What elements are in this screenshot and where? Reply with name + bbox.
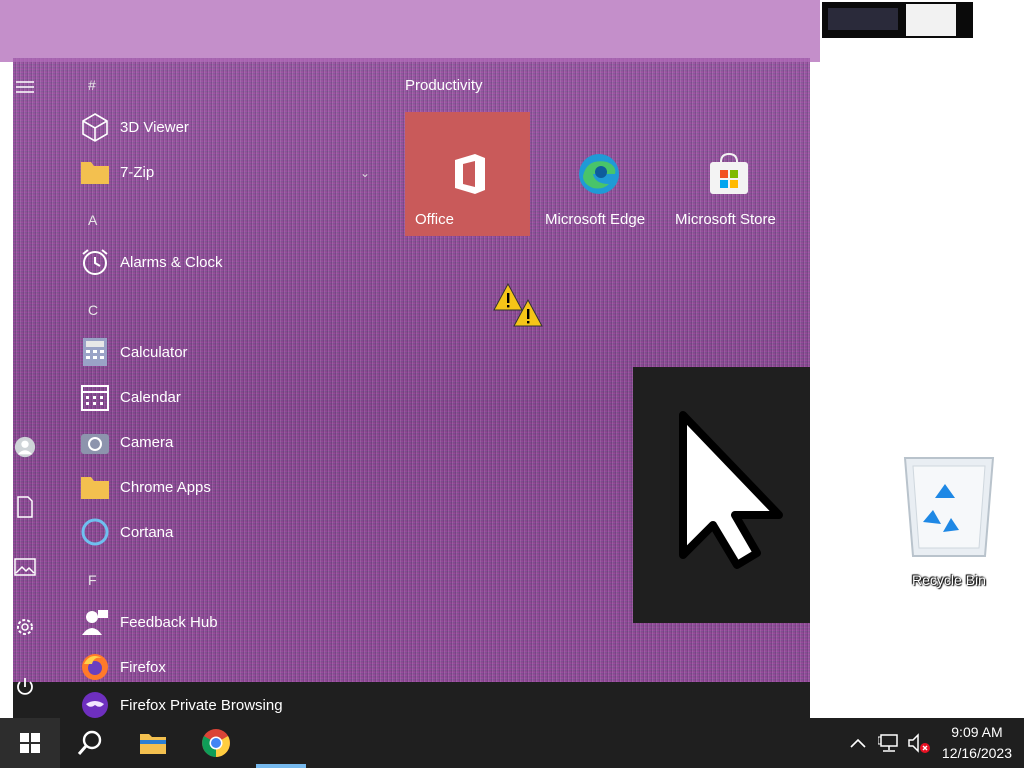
user-icon[interactable] <box>14 436 36 458</box>
cortana-icon <box>78 515 112 549</box>
volume-muted-icon <box>908 733 930 753</box>
pictures-icon[interactable] <box>14 556 36 578</box>
app-item-firefox-private-browsing[interactable]: Firefox Private Browsing <box>78 692 378 718</box>
tile-label: Office <box>415 211 454 228</box>
app-item-calculator[interactable]: Calculator <box>78 332 378 372</box>
3d-viewer-icon <box>78 110 112 144</box>
clock-time: 9:09 AM <box>951 724 1003 740</box>
section-letter-c[interactable]: C <box>88 302 98 318</box>
screen-noise-top <box>0 0 820 62</box>
search-button[interactable] <box>60 718 120 768</box>
recycle-bin-icon <box>903 457 995 557</box>
settings-icon[interactable] <box>14 616 36 638</box>
section-letter-a[interactable]: A <box>88 212 97 228</box>
edge-icon <box>579 154 619 194</box>
tile-microsoft-edge[interactable]: Microsoft Edge <box>535 112 660 236</box>
show-hidden-icons-button[interactable] <box>846 718 870 768</box>
window-thumbnail-strip <box>822 2 973 38</box>
active-app-indicator <box>256 764 306 768</box>
store-icon <box>710 152 748 194</box>
cursor-overlay-panel <box>633 367 810 623</box>
chrome-icon <box>202 729 230 757</box>
app-label: Calendar <box>120 388 181 406</box>
mouse-cursor-icon <box>679 411 783 569</box>
app-label: Calculator <box>120 343 188 361</box>
app-label: Firefox Private Browsing <box>120 696 283 714</box>
alarm-clock-icon <box>78 245 112 279</box>
search-icon <box>77 730 102 755</box>
private-browsing-icon <box>78 692 112 718</box>
taskbar-clock[interactable]: 9:09 AM 12/16/2023 <box>942 722 1012 764</box>
tile-label: Microsoft Edge <box>545 211 646 228</box>
app-label: Feedback Hub <box>120 613 218 631</box>
app-label: 3D Viewer <box>120 118 189 136</box>
app-item-alarms-clock[interactable]: Alarms & Clock <box>78 242 378 282</box>
taskbar: 9:09 AM 12/16/2023 <box>0 718 1024 768</box>
app-item-cortana[interactable]: Cortana <box>78 512 378 552</box>
tile-office[interactable]: Office <box>405 112 530 236</box>
folder-icon <box>78 155 112 189</box>
start-button[interactable] <box>0 718 60 768</box>
app-item-feedback-hub[interactable]: Feedback Hub <box>78 602 378 642</box>
app-item-firefox[interactable]: Firefox <box>78 647 378 687</box>
recycle-bin-label: Recycle Bin <box>912 572 986 588</box>
file-explorer-icon <box>140 734 166 754</box>
chevron-up-icon <box>850 738 866 748</box>
calendar-icon <box>78 380 112 414</box>
app-label: Alarms & Clock <box>120 253 223 271</box>
app-item-camera[interactable]: Camera <box>78 422 378 462</box>
tile-group-title: Productivity <box>405 77 483 94</box>
tile-label: Microsoft Store <box>675 211 776 228</box>
app-label: Camera <box>120 433 174 451</box>
section-letter-f[interactable]: F <box>88 572 97 588</box>
app-label: 7-Zip <box>120 163 155 181</box>
app-label: Firefox <box>120 658 166 676</box>
power-icon[interactable] <box>14 676 36 698</box>
app-item-7-zip[interactable]: 7-Zip <box>78 152 378 192</box>
app-item-3d-viewer[interactable]: 3D Viewer <box>78 107 378 147</box>
app-item-calendar[interactable]: Calendar <box>78 377 378 417</box>
clock-date: 12/16/2023 <box>941 745 1012 761</box>
firefox-icon <box>78 650 112 684</box>
file-explorer-button[interactable] <box>123 718 183 768</box>
chevron-down-icon: ⌄ <box>360 166 371 180</box>
office-icon <box>455 154 485 194</box>
camera-icon <box>78 425 112 459</box>
folder-icon <box>78 470 112 504</box>
feedback-hub-icon <box>78 605 112 639</box>
app-label: Cortana <box>120 523 174 541</box>
network-icon <box>878 734 898 752</box>
hamburger-menu-icon[interactable] <box>14 76 36 98</box>
calculator-icon <box>78 335 112 369</box>
documents-icon[interactable] <box>14 496 36 518</box>
tile-microsoft-store[interactable]: Microsoft Store <box>665 112 790 236</box>
warning-icon <box>492 282 548 335</box>
network-button[interactable] <box>876 718 902 768</box>
volume-button[interactable] <box>906 718 932 768</box>
app-item-chrome-apps[interactable]: Chrome Apps <box>78 467 378 507</box>
chrome-button[interactable] <box>186 718 246 768</box>
recycle-bin-shortcut[interactable]: Recycle Bin <box>897 452 1001 592</box>
start-icon <box>20 733 40 753</box>
app-label: Chrome Apps <box>120 478 211 496</box>
section-letter-hash[interactable]: # <box>88 77 96 93</box>
